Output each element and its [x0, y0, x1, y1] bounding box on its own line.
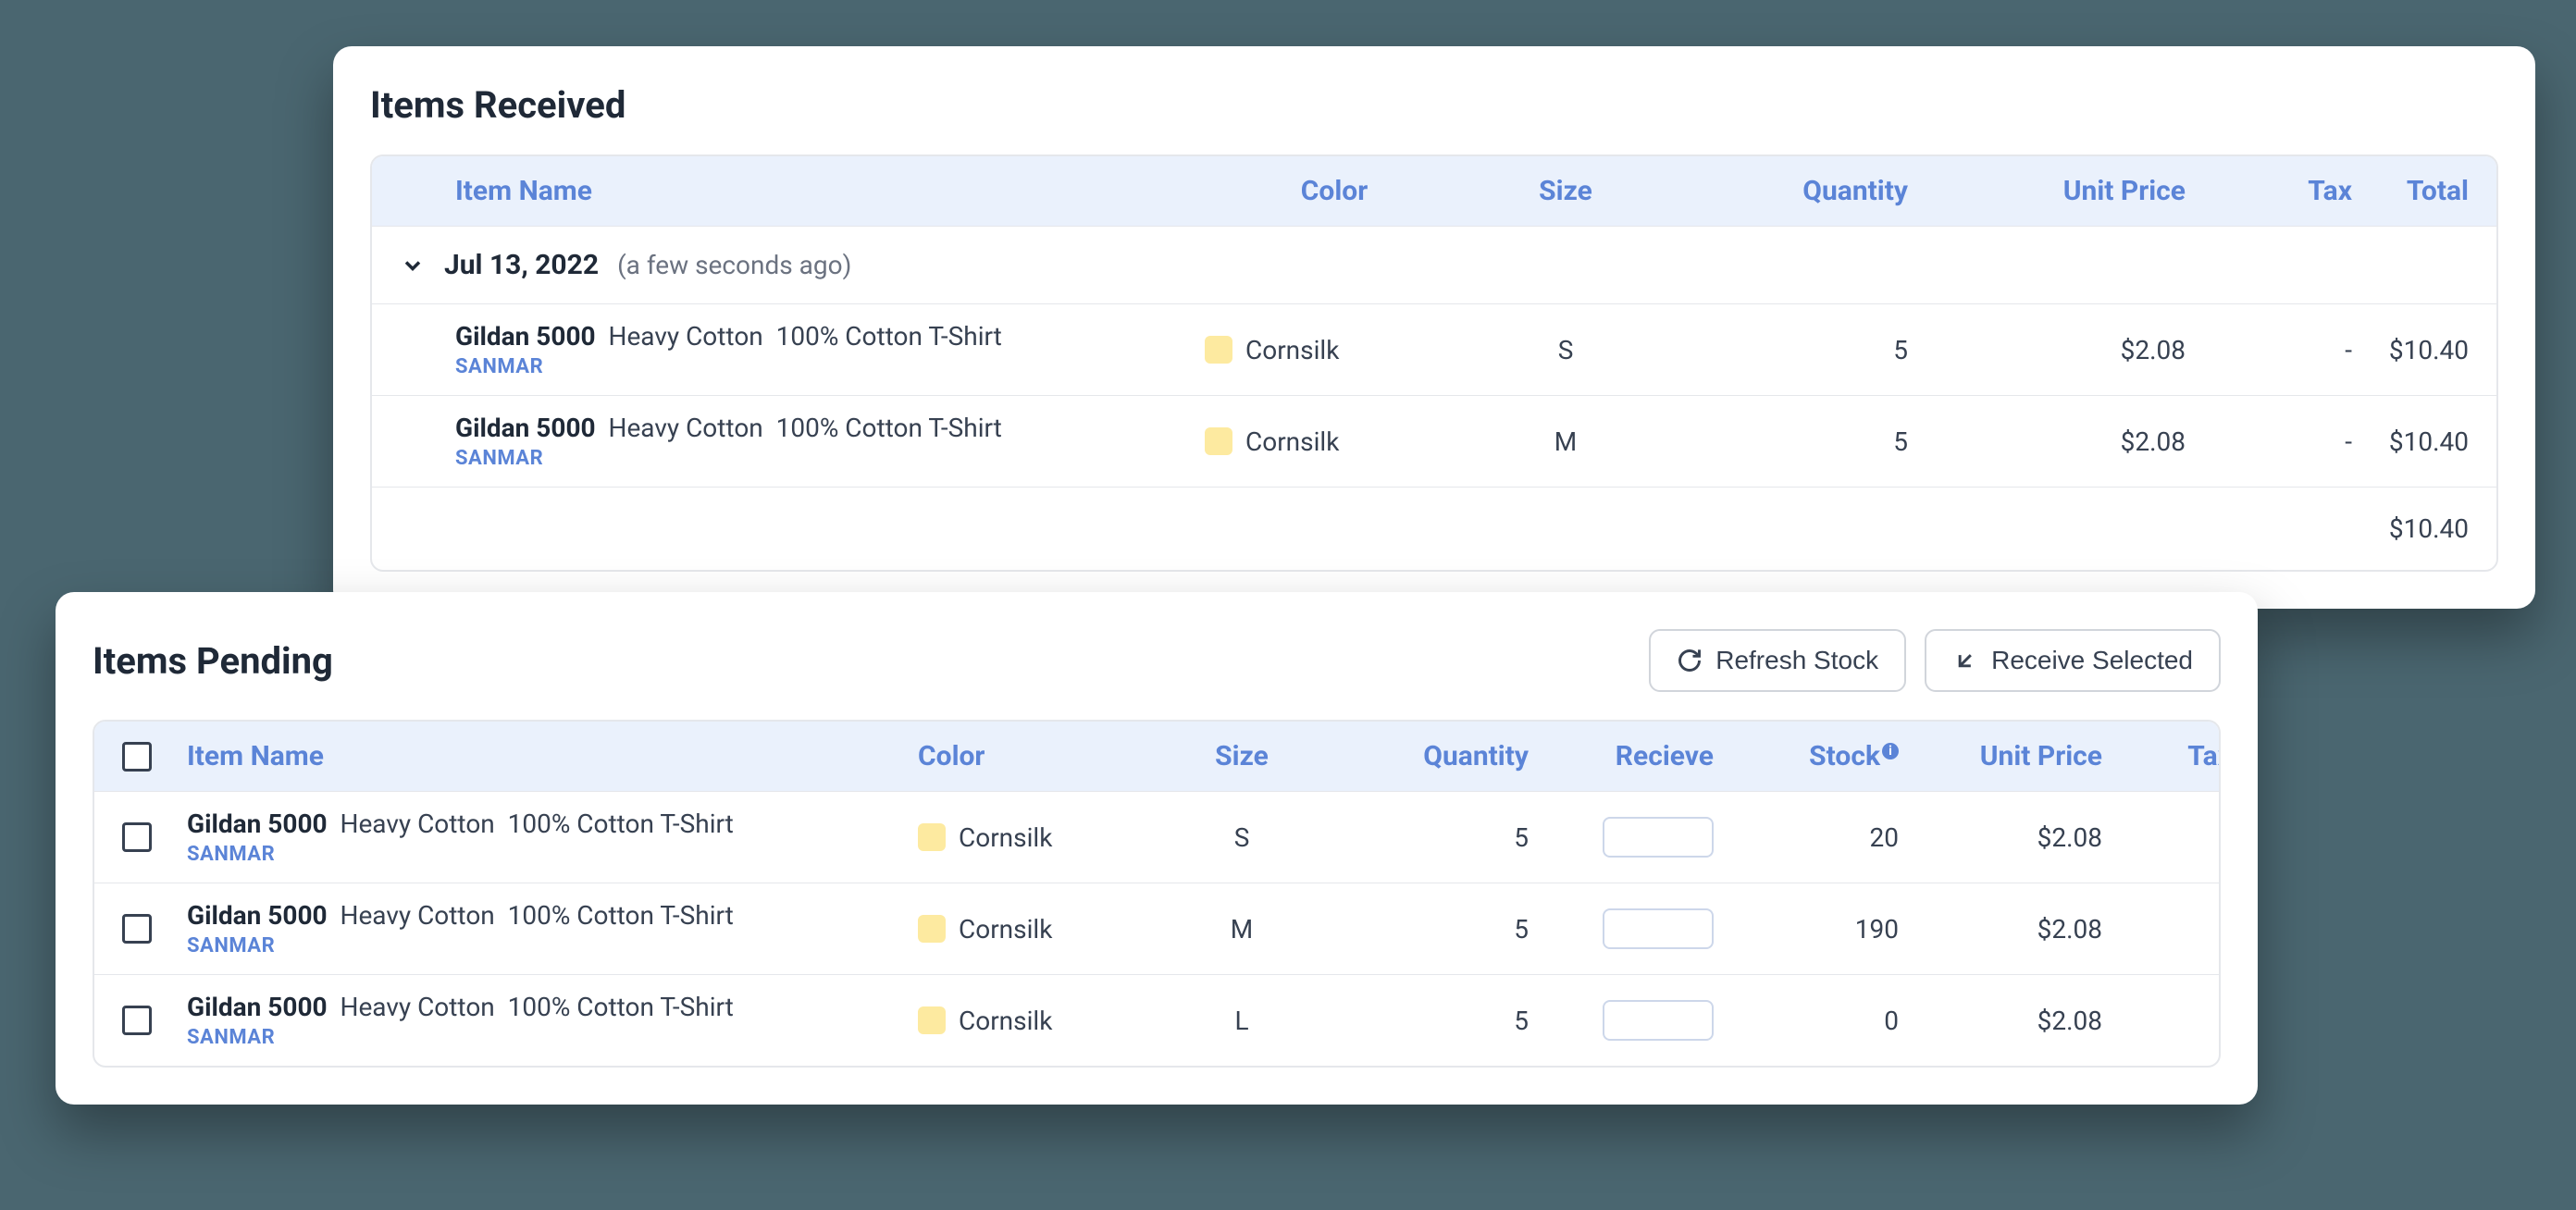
- chevron-down-icon: [400, 253, 426, 278]
- col-tax: Tax: [2186, 175, 2352, 207]
- pending-table-header: Item Name Color Size Quantity Recieve St…: [94, 722, 2219, 791]
- received-row: Gildan 5000 Heavy Cotton 100% Cotton T-S…: [372, 395, 2496, 487]
- size-value: S: [1158, 822, 1325, 853]
- received-row-partial: $10.40: [372, 487, 2496, 570]
- col-unit-price: Unit Price: [1908, 175, 2186, 207]
- item-name: Gildan 5000 Heavy Cotton 100% Cotton T-S…: [455, 321, 1205, 352]
- item-name: Gildan 5000 Heavy Cotton 100% Cotton T-S…: [455, 413, 1205, 443]
- stock-value: 190: [1714, 914, 1899, 945]
- stock-value: 20: [1714, 822, 1899, 853]
- group-ago: (a few seconds ago): [617, 250, 851, 280]
- pending-row: Gildan 5000 Heavy Cotton 100% Cotton T-S…: [94, 883, 2219, 974]
- receive-input[interactable]: [1603, 1000, 1714, 1041]
- unit-price-value: $2.08: [1899, 1006, 2102, 1036]
- color-swatch: [918, 915, 946, 943]
- receive-input[interactable]: [1603, 817, 1714, 858]
- size-value: S: [1464, 335, 1667, 365]
- stock-value: 0: [1714, 1006, 1899, 1036]
- qty-value: 5: [1325, 1006, 1529, 1036]
- receive-selected-label: Receive Selected: [1991, 646, 2193, 675]
- refresh-stock-button[interactable]: Refresh Stock: [1649, 629, 1906, 692]
- col-quantity: Quantity: [1667, 175, 1908, 207]
- color-name: Cornsilk: [959, 822, 1052, 853]
- qty-value: 5: [1667, 426, 1908, 457]
- receive-selected-button[interactable]: Receive Selected: [1925, 629, 2221, 692]
- item-name: Gildan 5000 Heavy Cotton 100% Cotton T-S…: [187, 900, 918, 931]
- items-received-card: Items Received Item Name Color Size Quan…: [333, 46, 2535, 609]
- unit-price-value: $2.08: [1908, 426, 2186, 457]
- tax-value: -: [2102, 1006, 2221, 1036]
- col-unit-price: Unit Price: [1899, 740, 2102, 772]
- qty-value: 5: [1325, 914, 1529, 945]
- item-name: Gildan 5000 Heavy Cotton 100% Cotton T-S…: [187, 992, 918, 1022]
- col-item-name: Item Name: [187, 740, 918, 772]
- color-swatch: [1205, 427, 1232, 455]
- vendor-label: SANMAR: [187, 934, 918, 957]
- col-color: Color: [918, 740, 1158, 772]
- col-size: Size: [1464, 175, 1667, 207]
- item-name: Gildan 5000 Heavy Cotton 100% Cotton T-S…: [187, 809, 918, 839]
- unit-price-value: $2.08: [1899, 914, 2102, 945]
- items-pending-title: Items Pending: [93, 639, 333, 683]
- col-color: Color: [1205, 175, 1464, 207]
- received-group-row[interactable]: Jul 13, 2022 (a few seconds ago): [372, 226, 2496, 303]
- color-name: Cornsilk: [959, 1006, 1052, 1036]
- select-all-checkbox[interactable]: [122, 742, 152, 772]
- vendor-label: SANMAR: [455, 355, 1205, 378]
- unit-price-value: $2.08: [1908, 335, 2186, 365]
- pending-row: Gildan 5000 Heavy Cotton 100% Cotton T-S…: [94, 791, 2219, 883]
- info-icon[interactable]: i: [1882, 743, 1899, 759]
- items-pending-card: Items Pending Refresh Stock Receive Sele…: [56, 592, 2258, 1105]
- col-total: Total: [2352, 175, 2469, 207]
- tax-value: -: [2102, 914, 2221, 945]
- vendor-label: SANMAR: [187, 843, 918, 866]
- row-checkbox[interactable]: [122, 914, 152, 944]
- color-swatch: [918, 1006, 946, 1034]
- received-table-header: Item Name Color Size Quantity Unit Price…: [372, 156, 2496, 226]
- total-value: $10.40: [2352, 335, 2469, 365]
- receive-input[interactable]: [1603, 908, 1714, 949]
- tax-value: -: [2186, 335, 2352, 365]
- group-date: Jul 13, 2022: [444, 249, 599, 281]
- vendor-label: SANMAR: [455, 447, 1205, 470]
- color-swatch: [918, 823, 946, 851]
- col-receive: Recieve: [1529, 740, 1714, 772]
- col-stock: Stocki: [1714, 740, 1899, 772]
- receive-icon: [1952, 648, 1978, 673]
- col-tax: Tax: [2102, 740, 2221, 772]
- color-name: Cornsilk: [959, 914, 1052, 945]
- vendor-label: SANMAR: [187, 1026, 918, 1049]
- color-name: Cornsilk: [1245, 335, 1339, 365]
- col-size: Size: [1158, 740, 1325, 772]
- total-value: $10.40: [2352, 513, 2469, 544]
- row-checkbox[interactable]: [122, 1006, 152, 1035]
- total-value: $10.40: [2352, 426, 2469, 457]
- received-row: Gildan 5000 Heavy Cotton 100% Cotton T-S…: [372, 303, 2496, 395]
- color-name: Cornsilk: [1245, 426, 1339, 457]
- qty-value: 5: [1325, 822, 1529, 853]
- pending-table: Item Name Color Size Quantity Recieve St…: [93, 720, 2221, 1068]
- size-value: M: [1158, 914, 1325, 945]
- color-swatch: [1205, 336, 1232, 364]
- size-value: M: [1464, 426, 1667, 457]
- received-table: Item Name Color Size Quantity Unit Price…: [370, 154, 2498, 572]
- col-item-name: Item Name: [400, 175, 1205, 207]
- tax-value: -: [2102, 822, 2221, 853]
- size-value: L: [1158, 1006, 1325, 1036]
- refresh-icon: [1677, 648, 1703, 673]
- tax-value: -: [2186, 426, 2352, 457]
- col-quantity: Quantity: [1325, 740, 1529, 772]
- items-received-title: Items Received: [370, 83, 625, 127]
- qty-value: 5: [1667, 335, 1908, 365]
- pending-row: Gildan 5000 Heavy Cotton 100% Cotton T-S…: [94, 974, 2219, 1066]
- row-checkbox[interactable]: [122, 822, 152, 852]
- unit-price-value: $2.08: [1899, 822, 2102, 853]
- refresh-stock-label: Refresh Stock: [1715, 646, 1878, 675]
